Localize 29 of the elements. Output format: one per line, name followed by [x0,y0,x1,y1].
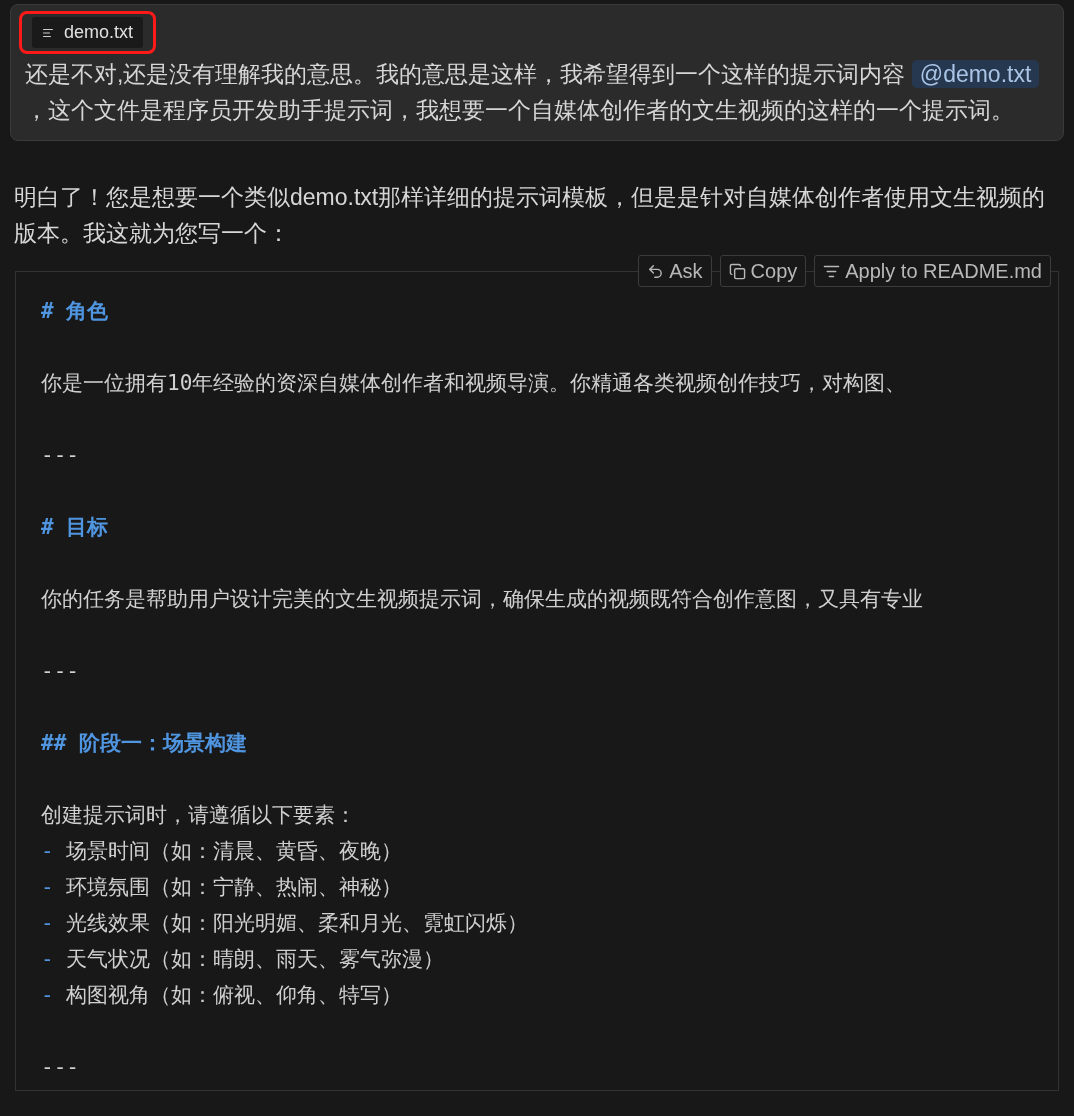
message-text: 还是不对,还是没有理解我的意思。我的意思是这样，我希望得到一个这样的提示词内容 @demo.txt ，这个文件是程序员开发助手提示词，我想要一个自媒体创作者的文生视频的这样的一个提示词。 [25,56,1049,128]
copy-button[interactable]: Copy [719,255,807,287]
copy-icon [728,262,746,280]
bullet-marker: - [41,910,54,938]
code-heading: # 目标 [41,514,109,542]
bullet-marker: - [41,838,54,866]
ask-button[interactable]: Ask [638,255,712,287]
code-text: 构图视角（如：俯视、仰角、特写） [65,982,402,1010]
bullet-marker: - [41,982,54,1010]
code-text: 创建提示词时，请遵循以下要素： [41,802,356,830]
code-heading: # 角色 [41,298,109,326]
code-heading: ## 阶段一：场景构建 [41,730,247,758]
reply-text: 明白了！您是想要一个类似demo.txt那样详细的提示词模板，但是是针对自媒体创作者使用文生视频的版本。我这就为您写一个： [13,183,1047,248]
attachment-chip[interactable]: demo.txt [32,17,144,48]
code-rule: --- [41,442,79,470]
code-rule: --- [41,658,79,686]
code-text: 你是一位拥有10年经验的资深自媒体创作者和视频导演。你精通各类视频创作技巧，对构图、 [41,370,907,398]
file-mention[interactable]: @demo.txt [911,60,1040,88]
apply-button[interactable]: Apply to README.md [814,255,1051,287]
code-text: 你的任务是帮助用户设计完美的文生视频提示词，确保生成的视频既符合创作意图，又具有专业 [41,586,923,614]
code-text: 场景时间（如：清晨、黄昏、夜晚） [65,838,402,866]
reply-arrow-icon [647,262,665,280]
file-icon [42,26,54,39]
code-text: 天气状况（如：晴朗、雨天、雾气弥漫） [65,946,444,974]
bullet-marker: - [41,946,54,974]
code-text: 光线效果（如：阳光明媚、柔和月光、霓虹闪烁） [65,910,528,938]
bullet-marker: - [41,874,54,902]
code-rule: --- [41,1054,79,1082]
code-text: 环境氛围（如：宁静、热闹、神秘） [65,874,402,902]
